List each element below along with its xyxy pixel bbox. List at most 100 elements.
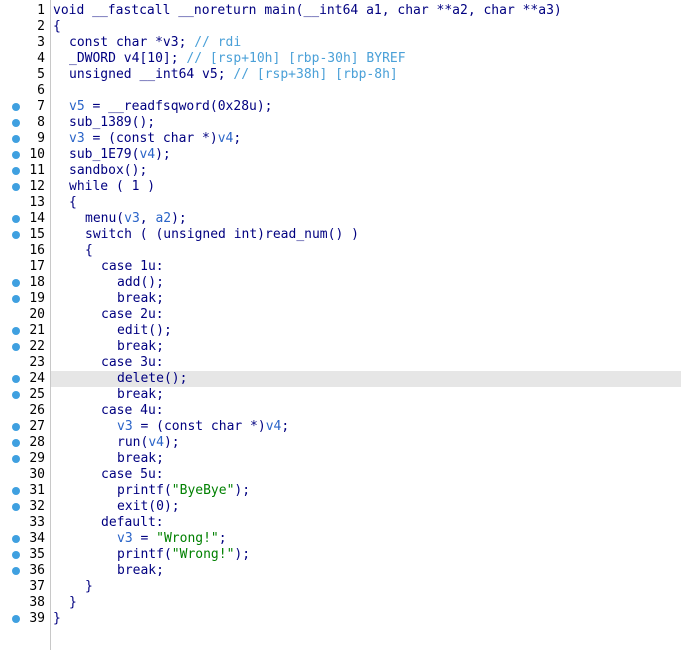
code-line[interactable]: 13 {: [0, 195, 681, 211]
breakpoint-dot-icon[interactable]: [12, 135, 20, 143]
breakpoint-dot-icon[interactable]: [12, 183, 20, 191]
code-text[interactable]: break;: [51, 291, 681, 307]
code-text[interactable]: default:: [51, 515, 681, 531]
code-line[interactable]: 28 run(v4);: [0, 435, 681, 451]
code-text[interactable]: v3 = (const char *)v4;: [51, 419, 681, 435]
code-line[interactable]: 25 break;: [0, 387, 681, 403]
code-line[interactable]: 17 case 1u:: [0, 259, 681, 275]
code-line[interactable]: 2{: [0, 19, 681, 35]
code-line[interactable]: 9 v3 = (const char *)v4;: [0, 131, 681, 147]
code-line[interactable]: 14 menu(v3, a2);: [0, 211, 681, 227]
code-line[interactable]: 23 case 3u:: [0, 355, 681, 371]
code-text[interactable]: v3 = (const char *)v4;: [51, 131, 681, 147]
breakpoint-dot-icon[interactable]: [12, 279, 20, 287]
code-line[interactable]: 12 while ( 1 ): [0, 179, 681, 195]
code-text[interactable]: }: [51, 595, 681, 611]
code-line[interactable]: 10 sub_1E79(v4);: [0, 147, 681, 163]
code-text[interactable]: {: [51, 243, 681, 259]
code-line[interactable]: 31 printf("ByeBye");: [0, 483, 681, 499]
code-text[interactable]: }: [51, 611, 681, 627]
code-text[interactable]: delete();: [51, 371, 681, 387]
code-text[interactable]: printf("Wrong!");: [51, 547, 681, 563]
code-line[interactable]: 30 case 5u:: [0, 467, 681, 483]
code-text[interactable]: sub_1389();: [51, 115, 681, 131]
code-text[interactable]: {: [51, 19, 681, 35]
breakpoint-dot-icon[interactable]: [12, 391, 20, 399]
code-text[interactable]: while ( 1 ): [51, 179, 681, 195]
code-text[interactable]: case 3u:: [51, 355, 681, 371]
breakpoint-dot-icon[interactable]: [12, 327, 20, 335]
code-text[interactable]: run(v4);: [51, 435, 681, 451]
breakpoint-dot-icon[interactable]: [12, 567, 20, 575]
breakpoint-dot-icon[interactable]: [12, 487, 20, 495]
code-line[interactable]: 27 v3 = (const char *)v4;: [0, 419, 681, 435]
breakpoint-dot-icon[interactable]: [12, 167, 20, 175]
code-text[interactable]: void __fastcall __noreturn main(__int64 …: [51, 3, 681, 19]
breakpoint-dot-icon[interactable]: [12, 423, 20, 431]
code-line[interactable]: 36 break;: [0, 563, 681, 579]
code-line[interactable]: 16 {: [0, 243, 681, 259]
breakpoint-dot-icon[interactable]: [12, 551, 20, 559]
code-line[interactable]: 19 break;: [0, 291, 681, 307]
code-line[interactable]: 34 v3 = "Wrong!";: [0, 531, 681, 547]
code-line[interactable]: 33 default:: [0, 515, 681, 531]
code-text[interactable]: break;: [51, 563, 681, 579]
code-text[interactable]: }: [51, 579, 681, 595]
breakpoint-dot-icon[interactable]: [12, 343, 20, 351]
code-text[interactable]: case 2u:: [51, 307, 681, 323]
code-text[interactable]: unsigned __int64 v5; // [rsp+38h] [rbp-8…: [51, 67, 681, 83]
code-line[interactable]: 15 switch ( (unsigned int)read_num() ): [0, 227, 681, 243]
code-text[interactable]: v5 = __readfsqword(0x28u);: [51, 99, 681, 115]
pseudocode-viewer[interactable]: 1 void __fastcall __noreturn main(__int64…: [0, 0, 681, 650]
breakpoint-dot-icon[interactable]: [12, 439, 20, 447]
code-text[interactable]: edit();: [51, 323, 681, 339]
breakpoint-dot-icon[interactable]: [12, 295, 20, 303]
code-line[interactable]: 7 v5 = __readfsqword(0x28u);: [0, 99, 681, 115]
code-text[interactable]: add();: [51, 275, 681, 291]
code-line[interactable]: 37}: [0, 579, 681, 595]
code-line[interactable]: 18 add();: [0, 275, 681, 291]
code-text[interactable]: {: [51, 195, 681, 211]
code-text[interactable]: sub_1E79(v4);: [51, 147, 681, 163]
breakpoint-dot-icon[interactable]: [12, 615, 20, 623]
code-text[interactable]: exit(0);: [51, 499, 681, 515]
breakpoint-dot-icon[interactable]: [12, 375, 20, 383]
code-line[interactable]: 38}: [0, 595, 681, 611]
code-line[interactable]: 29 break;: [0, 451, 681, 467]
breakpoint-dot-icon[interactable]: [12, 103, 20, 111]
breakpoint-dot-icon[interactable]: [12, 503, 20, 511]
breakpoint-dot-icon[interactable]: [12, 535, 20, 543]
code-text[interactable]: [51, 83, 681, 99]
breakpoint-dot-icon[interactable]: [12, 151, 20, 159]
code-line[interactable]: 4 _DWORD v4[10]; // [rsp+10h] [rbp-30h] B…: [0, 51, 681, 67]
code-line[interactable]: 32 exit(0);: [0, 499, 681, 515]
breakpoint-dot-icon[interactable]: [12, 119, 20, 127]
code-line[interactable]: 39}: [0, 611, 681, 627]
code-line[interactable]: 24 delete();: [0, 371, 681, 387]
code-text[interactable]: break;: [51, 451, 681, 467]
code-line[interactable]: 22 break;: [0, 339, 681, 355]
code-text[interactable]: case 1u:: [51, 259, 681, 275]
code-text[interactable]: printf("ByeBye");: [51, 483, 681, 499]
code-text[interactable]: menu(v3, a2);: [51, 211, 681, 227]
code-line[interactable]: 35 printf("Wrong!");: [0, 547, 681, 563]
code-text[interactable]: case 4u:: [51, 403, 681, 419]
code-line[interactable]: 26 case 4u:: [0, 403, 681, 419]
code-text[interactable]: sandbox();: [51, 163, 681, 179]
code-line[interactable]: 1 void __fastcall __noreturn main(__int64…: [0, 3, 681, 19]
code-line[interactable]: 6: [0, 83, 681, 99]
code-text[interactable]: _DWORD v4[10]; // [rsp+10h] [rbp-30h] BY…: [51, 51, 681, 67]
code-line[interactable]: 11 sandbox();: [0, 163, 681, 179]
breakpoint-dot-icon[interactable]: [12, 455, 20, 463]
code-line[interactable]: 3 const char *v3; // rdi: [0, 35, 681, 51]
code-text[interactable]: break;: [51, 387, 681, 403]
code-text[interactable]: switch ( (unsigned int)read_num() ): [51, 227, 681, 243]
code-text[interactable]: case 5u:: [51, 467, 681, 483]
code-line[interactable]: 8 sub_1389();: [0, 115, 681, 131]
breakpoint-dot-icon[interactable]: [12, 231, 20, 239]
code-text[interactable]: v3 = "Wrong!";: [51, 531, 681, 547]
code-line[interactable]: 21 edit();: [0, 323, 681, 339]
code-line[interactable]: 5 unsigned __int64 v5; // [rsp+38h] [rbp-…: [0, 67, 681, 83]
breakpoint-dot-icon[interactable]: [12, 215, 20, 223]
code-text[interactable]: const char *v3; // rdi: [51, 35, 681, 51]
